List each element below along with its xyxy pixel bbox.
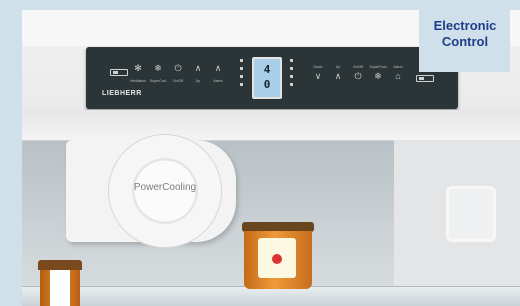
temperature-display: 4 0 xyxy=(252,57,282,99)
badge-title: Electronic Control xyxy=(423,18,507,50)
left-onoff-indicator-icon xyxy=(110,69,128,76)
jam-jar xyxy=(242,222,314,292)
ventilation-button[interactable]: ✻ xyxy=(130,63,146,74)
down-label-right: Down xyxy=(313,65,323,69)
electronic-control-badge: Electronic Control xyxy=(419,8,510,72)
onoff-label-right: On/Off xyxy=(352,65,364,69)
panel-housing xyxy=(22,110,520,141)
power-icon: ⏻ xyxy=(354,71,362,81)
alarm-label-right: Alarm xyxy=(393,65,403,69)
fan-label: PowerCooling xyxy=(133,182,197,193)
superfrost-button[interactable]: ❄ xyxy=(370,71,386,82)
up-label-left: Up xyxy=(195,79,201,83)
onoff-button-left[interactable]: ⏻ xyxy=(170,63,186,74)
ventilation-label: Ventilation xyxy=(129,79,147,83)
superfrost-label: SuperFrost xyxy=(369,65,387,69)
bottle xyxy=(38,260,82,306)
down-icon: ∨ xyxy=(314,71,322,81)
badge-line-1: Electronic xyxy=(433,18,497,33)
bottle-cap xyxy=(38,260,82,270)
up-button-left[interactable]: ∧ xyxy=(190,63,206,74)
supercool-label: SuperCool xyxy=(149,79,167,83)
power-icon: ⏻ xyxy=(174,63,182,73)
badge-line-2: Control xyxy=(441,34,489,49)
right-onoff-indicator-icon xyxy=(416,75,434,82)
fridge-temperature-readout: 4 xyxy=(263,63,271,76)
supercool-button[interactable]: ❄ xyxy=(150,63,166,74)
alarm-icon: ∧ xyxy=(214,63,222,73)
right-status-leds xyxy=(290,59,293,91)
freezer-temperature-readout: 0 xyxy=(263,78,271,91)
up-icon: ∧ xyxy=(334,71,342,81)
left-status-leds xyxy=(240,59,243,91)
product-image-frame: LIEBHERR ✻ Ventilation ❄ SuperCool ⏻ On/… xyxy=(0,0,520,306)
up-icon: ∧ xyxy=(194,63,202,73)
onoff-label-left: On/Off xyxy=(172,79,184,83)
up-label-right: Up xyxy=(335,65,341,69)
down-button-right[interactable]: ∨ xyxy=(310,71,326,82)
snowflake-icon: ❄ xyxy=(154,63,162,73)
snowflake-icon: ❄ xyxy=(374,71,382,81)
fan-icon: ✻ xyxy=(134,63,142,73)
alarm-button-left[interactable]: ∧ xyxy=(210,63,226,74)
bottle-label xyxy=(50,270,70,306)
alarm-button-right[interactable]: ⌂ xyxy=(390,71,406,81)
jar-label xyxy=(258,238,296,278)
onoff-button-right[interactable]: ⏻ xyxy=(350,71,366,82)
rail-slot xyxy=(446,186,496,242)
up-button-right[interactable]: ∧ xyxy=(330,71,346,82)
electronic-control-panel: LIEBHERR ✻ Ventilation ❄ SuperCool ⏻ On/… xyxy=(86,47,458,109)
brand-logo: LIEBHERR xyxy=(102,90,142,97)
alarm-label-left: Alarm xyxy=(213,79,223,83)
apple-icon xyxy=(272,254,282,264)
powercooling-fan: PowerCooling xyxy=(66,134,264,250)
alarm-icon: ⌂ xyxy=(395,71,401,81)
